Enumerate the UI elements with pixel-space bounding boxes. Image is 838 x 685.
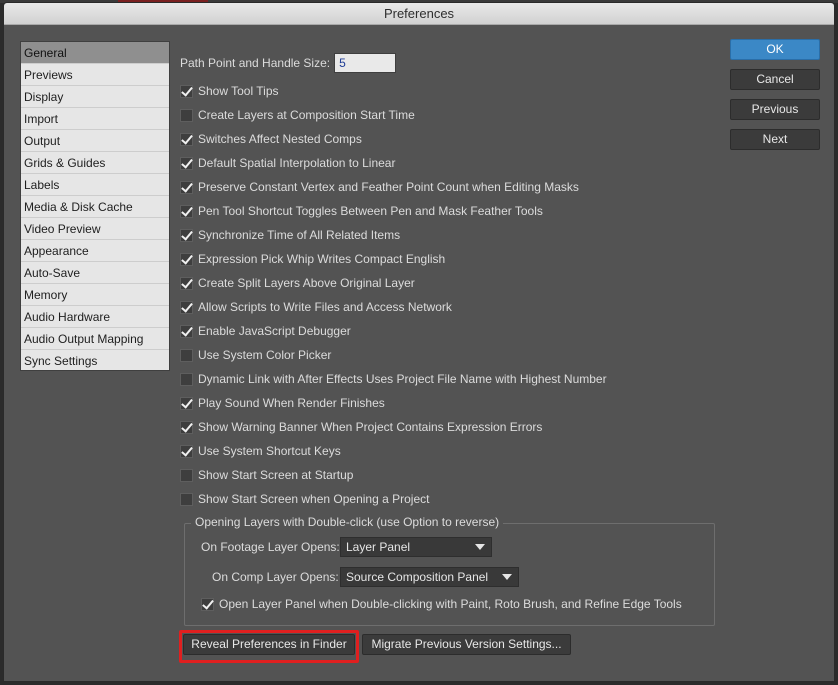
option-label: Pen Tool Shortcut Toggles Between Pen an… (198, 204, 543, 218)
option-label: Create Split Layers Above Original Layer (198, 276, 415, 290)
option-row[interactable]: Dynamic Link with After Effects Uses Pro… (180, 369, 607, 389)
sidebar-item-video-preview[interactable]: Video Preview (21, 218, 169, 240)
option-row[interactable]: Expression Pick Whip Writes Compact Engl… (180, 249, 445, 269)
option-row[interactable]: Switches Affect Nested Comps (180, 129, 362, 149)
sidebar-item-sync-settings[interactable]: Sync Settings (21, 350, 169, 372)
sidebar-item-previews[interactable]: Previews (21, 64, 169, 86)
option-row[interactable]: Enable JavaScript Debugger (180, 321, 351, 341)
sidebar-item-general[interactable]: General (21, 42, 169, 64)
option-checkbox[interactable] (180, 108, 193, 122)
option-row[interactable]: Pen Tool Shortcut Toggles Between Pen an… (180, 201, 543, 221)
path-point-label: Path Point and Handle Size: (180, 56, 331, 70)
option-label: Show Warning Banner When Project Contain… (198, 420, 543, 434)
option-row[interactable]: Show Start Screen when Opening a Project (180, 489, 429, 509)
option-checkbox[interactable] (180, 396, 193, 410)
comp-layer-label: On Comp Layer Opens: (212, 570, 339, 584)
option-row[interactable]: Play Sound When Render Finishes (180, 393, 385, 413)
option-label: Default Spatial Interpolation to Linear (198, 156, 396, 170)
option-row[interactable]: Preserve Constant Vertex and Feather Poi… (180, 177, 579, 197)
footage-layer-select[interactable]: Layer Panel (340, 537, 492, 557)
chevron-down-icon (502, 574, 512, 580)
option-row[interactable]: Show Warning Banner When Project Contain… (180, 417, 542, 437)
option-label: Create Layers at Composition Start Time (198, 108, 415, 122)
preferences-dialog: Preferences General Previews Display Import… (3, 2, 835, 682)
option-checkbox[interactable] (180, 420, 193, 434)
dialog-title: Preferences (4, 3, 834, 25)
comp-layer-select-value: Source Composition Panel (346, 570, 489, 584)
migrate-settings-button[interactable]: Migrate Previous Version Settings... (362, 634, 571, 655)
opening-layers-group-title: Opening Layers with Double-click (use Op… (191, 515, 504, 529)
option-label: Preserve Constant Vertex and Feather Poi… (198, 180, 579, 194)
option-checkbox[interactable] (180, 276, 193, 290)
option-checkbox[interactable] (180, 132, 193, 146)
option-label: Synchronize Time of All Related Items (198, 228, 401, 242)
sidebar-item-appearance[interactable]: Appearance (21, 240, 169, 262)
option-row[interactable]: Show Start Screen at Startup (180, 465, 353, 485)
sidebar-item-memory[interactable]: Memory (21, 284, 169, 306)
option-checkbox[interactable] (180, 324, 193, 338)
option-label: Allow Scripts to Write Files and Access … (198, 300, 452, 314)
sidebar-item-output[interactable]: Output (21, 130, 169, 152)
option-row[interactable]: Create Split Layers Above Original Layer (180, 273, 415, 293)
option-row[interactable]: Synchronize Time of All Related Items (180, 225, 400, 245)
option-label: Enable JavaScript Debugger (198, 324, 351, 338)
footage-layer-select-value: Layer Panel (346, 540, 411, 554)
sidebar-item-grids-guides[interactable]: Grids & Guides (21, 152, 169, 174)
sidebar-item-audio-hardware[interactable]: Audio Hardware (21, 306, 169, 328)
open-layer-panel-label: Open Layer Panel when Double-clicking wi… (219, 597, 682, 611)
option-label: Dynamic Link with After Effects Uses Pro… (198, 372, 607, 386)
option-label: Use System Color Picker (198, 348, 332, 362)
option-checkbox[interactable] (180, 300, 193, 314)
reveal-preferences-highlight (179, 630, 359, 663)
option-checkbox[interactable] (180, 492, 193, 506)
option-label: Switches Affect Nested Comps (198, 132, 362, 146)
option-row[interactable]: Default Spatial Interpolation to Linear (180, 153, 395, 173)
option-checkbox[interactable] (180, 372, 193, 386)
sidebar-item-import[interactable]: Import (21, 108, 169, 130)
open-layer-panel-option[interactable]: Open Layer Panel when Double-clicking wi… (201, 594, 682, 614)
option-checkbox[interactable] (180, 252, 193, 266)
sidebar-item-audio-output-mapping[interactable]: Audio Output Mapping (21, 328, 169, 350)
option-label: Use System Shortcut Keys (198, 444, 341, 458)
option-checkbox[interactable] (180, 468, 193, 482)
option-checkbox[interactable] (180, 348, 193, 362)
option-checkbox[interactable] (180, 228, 193, 242)
option-checkbox[interactable] (180, 444, 193, 458)
open-layer-panel-checkbox[interactable] (201, 597, 214, 611)
sidebar-item-display[interactable]: Display (21, 86, 169, 108)
sidebar-item-media-disk-cache[interactable]: Media & Disk Cache (21, 196, 169, 218)
ok-button[interactable]: OK (730, 39, 820, 60)
option-checkbox[interactable] (180, 84, 193, 98)
preferences-sidebar: General Previews Display Import Output Grids … (20, 41, 170, 371)
path-point-row: Path Point and Handle Size: 5 (180, 53, 397, 73)
option-checkbox[interactable] (180, 180, 193, 194)
option-row[interactable]: Use System Shortcut Keys (180, 441, 341, 461)
sidebar-item-labels[interactable]: Labels (21, 174, 169, 196)
option-row[interactable]: Allow Scripts to Write Files and Access … (180, 297, 452, 317)
chevron-down-icon (475, 544, 485, 550)
next-button[interactable]: Next (730, 129, 820, 150)
option-row[interactable]: Create Layers at Composition Start Time (180, 105, 415, 125)
sidebar-item-auto-save[interactable]: Auto-Save (21, 262, 169, 284)
opening-layers-group: Opening Layers with Double-click (use Op… (184, 515, 715, 626)
option-label: Show Start Screen at Startup (198, 468, 354, 482)
previous-button[interactable]: Previous (730, 99, 820, 120)
option-row[interactable]: Use System Color Picker (180, 345, 331, 365)
option-checkbox[interactable] (180, 204, 193, 218)
path-point-size-input[interactable]: 5 (334, 53, 397, 73)
comp-layer-select[interactable]: Source Composition Panel (340, 567, 519, 587)
option-label: Show Start Screen when Opening a Project (198, 492, 430, 506)
cancel-button[interactable]: Cancel (730, 69, 820, 90)
option-row[interactable]: Show Tool Tips (180, 81, 279, 101)
option-label: Play Sound When Render Finishes (198, 396, 385, 410)
option-checkbox[interactable] (180, 156, 193, 170)
footage-layer-label: On Footage Layer Opens: (201, 540, 340, 554)
option-label: Show Tool Tips (198, 84, 279, 98)
option-label: Expression Pick Whip Writes Compact Engl… (198, 252, 446, 266)
